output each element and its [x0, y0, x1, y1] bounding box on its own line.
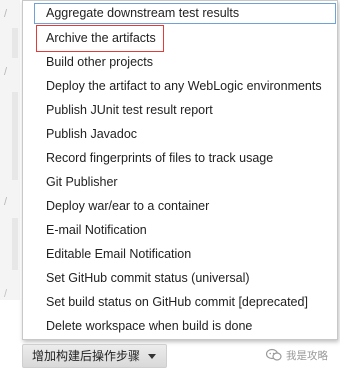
menu-item[interactable]: Deploy the artifact to any WebLogic envi… [23, 74, 337, 98]
menu-item[interactable]: Deploy war/ear to a container [23, 194, 337, 218]
gutter-mark: / [4, 66, 8, 78]
menu-item[interactable]: E-mail Notification [23, 218, 337, 242]
watermark: 我是攻略 [266, 346, 328, 364]
post-build-actions-dropdown[interactable]: Aggregate downstream test results Archive… [22, 0, 338, 340]
gutter-bar [12, 28, 18, 58]
caret-down-icon [148, 354, 157, 360]
watermark-text: 我是攻略 [286, 349, 328, 362]
menu-item[interactable]: Delete workspace when build is done [23, 314, 337, 338]
menu-item[interactable]: Archive the artifacts [36, 25, 164, 52]
chat-bubble-icon [266, 348, 282, 361]
menu-item[interactable]: Build other projects [23, 50, 337, 74]
left-gutter: / / / [0, 0, 20, 300]
add-post-build-step-label: 增加构建后操作步骤 [32, 349, 141, 363]
gutter-bar [12, 218, 18, 270]
menu-item[interactable]: Aggregate downstream test results [34, 3, 336, 24]
gutter-bar [12, 92, 18, 180]
menu-item[interactable]: Set GitHub commit status (universal) [23, 266, 337, 290]
gutter-mark: / [4, 196, 8, 208]
menu-item[interactable]: Publish JUnit test result report [23, 98, 337, 122]
menu-item[interactable]: Set build status on GitHub commit [depre… [23, 290, 337, 314]
gutter-mark: / [4, 288, 8, 300]
menu-item[interactable]: Git Publisher [23, 170, 337, 194]
add-post-build-step-button[interactable]: 增加构建后操作步骤 [22, 344, 168, 368]
menu-item[interactable]: Record fingerprints of files to track us… [23, 146, 337, 170]
menu-item[interactable]: Publish Javadoc [23, 122, 337, 146]
gutter-mark: / [4, 8, 8, 20]
menu-item[interactable]: Editable Email Notification [23, 242, 337, 266]
